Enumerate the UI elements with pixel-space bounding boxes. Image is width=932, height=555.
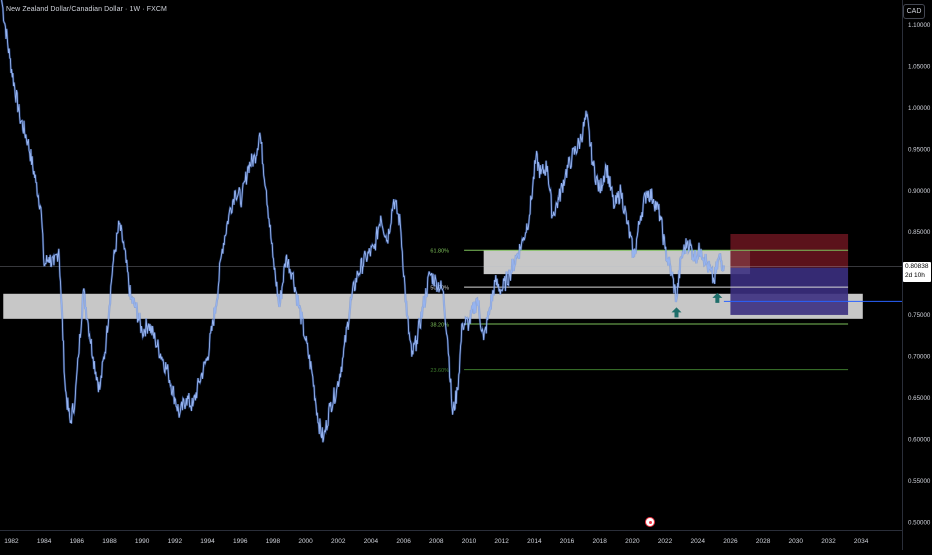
time-axis-tick: 1986 xyxy=(70,538,85,545)
time-axis-tick: 2000 xyxy=(298,538,313,545)
price-axis-tick: 0.90000 xyxy=(908,188,931,195)
time-axis-tick: 2022 xyxy=(658,538,673,545)
fib-level-label: 61.80% xyxy=(430,249,449,255)
symbol-title: New Zealand Dollar/Canadian Dollar · 1W … xyxy=(6,6,167,13)
time-axis-tick: 1994 xyxy=(200,538,215,545)
price-axis-tick: 0.95000 xyxy=(908,146,931,153)
time-axis-tick: 2008 xyxy=(429,538,444,545)
price-axis-tick: 1.00000 xyxy=(908,105,931,112)
price-axis-tick: 1.05000 xyxy=(908,63,931,70)
price-axis-tick: 0.85000 xyxy=(908,229,931,236)
take-profit-box xyxy=(730,267,849,315)
time-axis-tick: 2006 xyxy=(396,538,411,545)
last-price-tag: 0.80838 2d 10h xyxy=(903,262,931,282)
price-axis-tick: 0.70000 xyxy=(908,354,931,361)
time-axis-tick: 1996 xyxy=(233,538,248,545)
time-axis-tick: 1984 xyxy=(37,538,52,545)
time-axis-tick: 2026 xyxy=(723,538,738,545)
chart-canvas[interactable]: 61.80%50.00%38.20%23.60%1.100001.050001.… xyxy=(0,0,932,550)
time-axis-tick: 1998 xyxy=(266,538,281,545)
price-axis-tick: 0.55000 xyxy=(908,478,931,485)
time-axis-tick: 1990 xyxy=(135,538,150,545)
time-axis-tick: 1988 xyxy=(102,538,117,545)
price-axis-tick: 0.65000 xyxy=(908,395,931,402)
event-flag-icon[interactable] xyxy=(645,517,655,527)
time-axis-tick: 2004 xyxy=(364,538,379,545)
price-axis-tick: 0.60000 xyxy=(908,437,931,444)
currency-button[interactable]: CAD xyxy=(903,4,925,19)
last-price-value: 0.80838 xyxy=(905,263,929,270)
time-axis-tick: 2032 xyxy=(821,538,836,545)
time-axis-tick: 2018 xyxy=(592,538,607,545)
time-axis-tick: 2020 xyxy=(625,538,640,545)
time-axis-tick: 2034 xyxy=(854,538,869,545)
time-axis-tick: 2028 xyxy=(756,538,771,545)
price-axis-tick: 0.75000 xyxy=(908,312,931,319)
fib-level-label: 23.60% xyxy=(430,368,449,374)
time-axis-tick: 1982 xyxy=(4,538,19,545)
time-axis-tick: 1992 xyxy=(168,538,183,545)
time-axis-tick: 2010 xyxy=(462,538,477,545)
stop-loss-box xyxy=(730,233,849,268)
time-axis-tick: 2030 xyxy=(789,538,804,545)
price-axis-tick: 0.50000 xyxy=(908,520,931,527)
price-axis-tick: 1.10000 xyxy=(908,22,931,29)
time-axis-tick: 2016 xyxy=(560,538,575,545)
bar-countdown: 2d 10h xyxy=(905,271,925,279)
time-axis-tick: 2002 xyxy=(331,538,346,545)
time-axis-tick: 2012 xyxy=(494,538,509,545)
time-axis-tick: 2024 xyxy=(691,538,706,545)
time-axis-tick: 2014 xyxy=(527,538,542,545)
chart-area[interactable]: 61.80% 50.00% 38.20% 23.60% 1.10000 1.05000 1.… xyxy=(0,0,932,550)
price-series-line xyxy=(1,0,725,443)
price-series-glow xyxy=(0,0,725,443)
